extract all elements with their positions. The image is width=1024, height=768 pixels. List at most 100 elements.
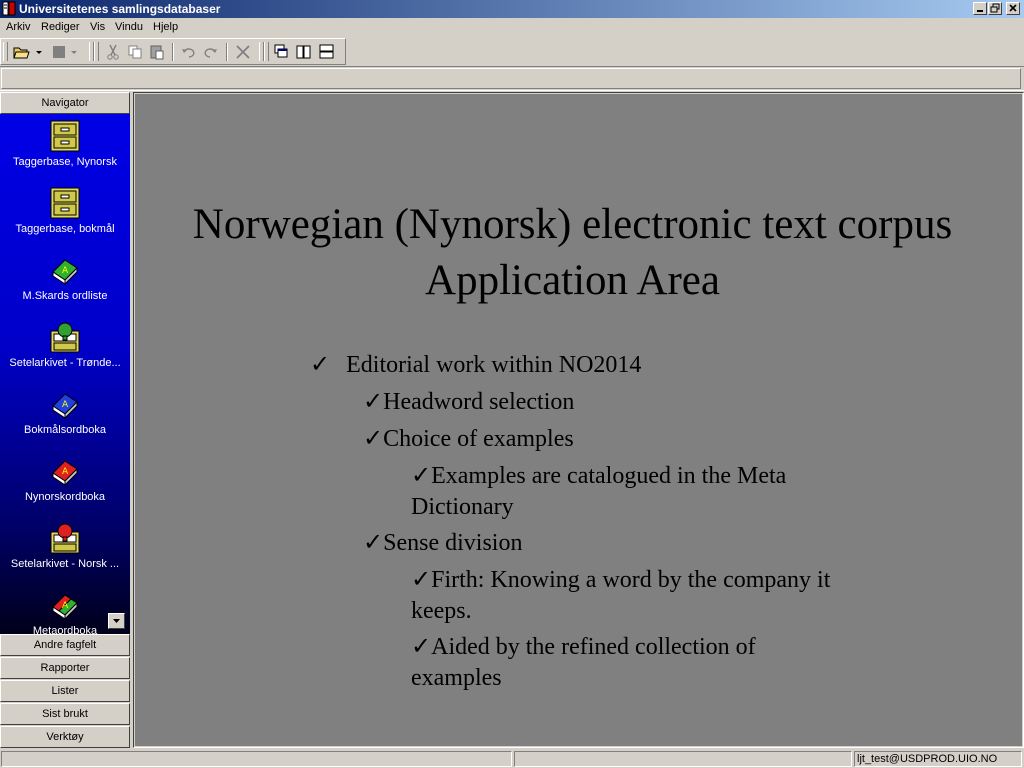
tile-horizontal-icon[interactable]	[318, 43, 336, 61]
delete-icon[interactable]	[234, 43, 252, 61]
slide: Norwegian (Nynorsk) electronic text corp…	[135, 94, 1022, 746]
slide-title-line1: Norwegian (Nynorsk) electronic text corp…	[192, 201, 953, 248]
nav-item-taggerbase-bokmal[interactable]: Taggerbase, bokmål	[0, 187, 130, 235]
copy-icon[interactable]	[126, 43, 144, 61]
restore-button[interactable]	[988, 2, 1002, 15]
blue-book-icon: A	[52, 393, 78, 420]
menu-vis[interactable]: Vis	[90, 21, 105, 33]
nav-item-label: Bokmålsordboka	[24, 424, 106, 436]
bullet-level1: ✓ Editorial work within NO2014	[310, 350, 641, 381]
checkmark-icon: ✓	[363, 530, 384, 556]
toolbar-strip	[0, 66, 1024, 91]
nav-item-bokmalsordboka[interactable]: A Bokmålsordboka	[0, 388, 130, 436]
svg-text:A: A	[62, 400, 69, 410]
nav-section-lister[interactable]: Lister	[0, 680, 130, 702]
close-icon	[1009, 4, 1017, 12]
nav-item-label: Taggerbase, Nynorsk	[13, 156, 117, 168]
bullet-text: Editorial work within NO2014	[346, 352, 642, 378]
bullet-text-continuation: keeps.	[411, 598, 472, 624]
minimize-button[interactable]	[973, 2, 987, 15]
slide-title-line2: Application Area	[425, 257, 720, 304]
checkmark-icon: ✓	[310, 352, 331, 378]
menu-vindu[interactable]: Vindu	[115, 21, 143, 33]
minimize-icon	[977, 10, 983, 12]
nav-section-sist-brukt[interactable]: Sist brukt	[0, 703, 130, 725]
file-cabinet-icon	[50, 120, 80, 152]
nav-item-skards-ordliste[interactable]: A M.Skards ordliste	[0, 254, 130, 302]
cut-icon[interactable]	[104, 43, 122, 61]
close-button[interactable]	[1006, 2, 1020, 15]
svg-text:A: A	[62, 601, 69, 611]
navigator-header[interactable]: Navigator	[0, 92, 130, 114]
menu-bar: Arkiv Rediger Vis Vindu Hjelp	[0, 18, 1024, 37]
tile-vertical-icon[interactable]	[295, 43, 313, 61]
navigator-scroll-down-button[interactable]	[108, 613, 125, 629]
status-panel-middle	[514, 751, 852, 767]
toolbar-strip-inner	[1, 68, 1021, 89]
svg-text:A: A	[62, 266, 69, 276]
green-book-icon: A	[52, 259, 78, 286]
bullet-text: Aided by the refined collection of	[431, 634, 756, 660]
toolbar-separator	[172, 43, 174, 61]
paste-icon[interactable]	[148, 43, 166, 61]
status-user: ljt_test@USDPROD.UIO.NO	[854, 751, 1022, 767]
open-dropdown-icon[interactable]	[34, 43, 44, 61]
bullet-text: Sense division	[383, 530, 523, 556]
toolbar-grip[interactable]	[3, 42, 8, 61]
nav-item-label: M.Skards ordliste	[22, 290, 108, 302]
toolbar-separator	[226, 43, 228, 61]
nav-item-label: Nynorskordboka	[24, 491, 106, 503]
red-book-icon: A	[52, 460, 78, 487]
nav-item-setelarkivet-norsk[interactable]: Setelarkivet - Norsk ...	[0, 522, 130, 570]
nav-item-label: Setelarkivet - Trønde...	[9, 357, 121, 369]
arrow-down-icon	[113, 619, 120, 623]
bullet-text: Choice of examples	[383, 426, 574, 452]
status-bar: ljt_test@USDPROD.UIO.NO	[0, 750, 1024, 768]
nav-item-setelarkivet-trondelag[interactable]: Setelarkivet - Trønde...	[0, 321, 130, 369]
menu-arkiv[interactable]: Arkiv	[6, 21, 30, 33]
redo-icon[interactable]	[202, 43, 220, 61]
bullet-level3: ✓Examples are catalogued in the Meta Dic…	[411, 461, 786, 523]
bullet-text: Firth: Knowing a word by the company it	[431, 567, 831, 593]
undo-icon[interactable]	[179, 43, 197, 61]
toolbar-grip[interactable]	[264, 42, 269, 61]
save-dropdown-icon[interactable]	[69, 43, 79, 61]
window-title: Universitetenes samlingsdatabaser	[19, 2, 221, 16]
bullet-text: Headword selection	[383, 389, 575, 415]
bullet-level2: ✓Headword selection	[363, 387, 574, 418]
nav-section-rapporter[interactable]: Rapporter	[0, 657, 130, 679]
menu-hjelp[interactable]: Hjelp	[153, 21, 178, 33]
nav-section-andre-fagfelt[interactable]: Andre fagfelt	[0, 634, 130, 656]
bullet-level2: ✓Choice of examples	[363, 424, 574, 455]
bullet-text: Examples are catalogued in the Meta	[431, 463, 787, 489]
open-folder-icon[interactable]	[12, 43, 30, 61]
nav-section-verktoy[interactable]: Verktøy	[0, 726, 130, 748]
nav-item-label: Setelarkivet - Norsk ...	[10, 558, 120, 570]
bullet-level2: ✓Sense division	[363, 528, 522, 559]
save-icon[interactable]	[50, 43, 68, 61]
bullet-text-continuation: Dictionary	[411, 494, 514, 520]
cascade-windows-icon[interactable]	[273, 43, 291, 61]
restore-icon	[990, 3, 1000, 13]
navigator-panel: Taggerbase, Nynorsk Taggerbase, bokmål A…	[0, 114, 130, 634]
checkmark-icon: ✓	[363, 426, 384, 452]
multicolor-book-icon: A	[52, 594, 78, 621]
nav-item-label: Taggerbase, bokmål	[15, 223, 115, 235]
toolbar	[0, 38, 346, 65]
file-cabinet-icon	[50, 187, 80, 219]
app-icon	[2, 1, 16, 16]
title-bar: Universitetenes samlingsdatabaser	[0, 0, 1024, 18]
bullet-text-continuation: examples	[411, 665, 502, 691]
checkmark-icon: ✓	[411, 463, 432, 489]
checkmark-icon: ✓	[363, 389, 384, 415]
toolbar-grip[interactable]	[94, 42, 99, 61]
slide-title: Norwegian (Nynorsk) electronic text corp…	[135, 197, 1010, 309]
checkmark-icon: ✓	[411, 567, 432, 593]
nav-item-taggerbase-nynorsk[interactable]: Taggerbase, Nynorsk	[0, 120, 130, 168]
bullet-level3: ✓Firth: Knowing a word by the company it…	[411, 565, 830, 627]
bullet-level3: ✓Aided by the refined collection of exam…	[411, 632, 756, 694]
menu-rediger[interactable]: Rediger	[41, 21, 80, 33]
status-panel-main	[1, 751, 512, 767]
card-index-green-icon	[50, 322, 80, 353]
nav-item-nynorskordboka[interactable]: A Nynorskordboka	[0, 455, 130, 503]
